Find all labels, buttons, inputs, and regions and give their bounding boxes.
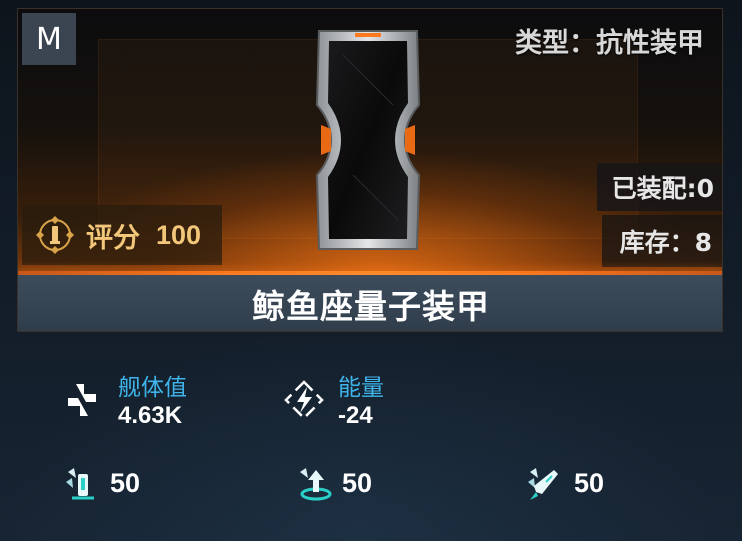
emitter-resist-icon bbox=[300, 468, 332, 501]
stock-count: 库存：8 bbox=[602, 215, 722, 267]
energy-bolt-icon bbox=[284, 380, 324, 420]
energy-label: 能量 bbox=[338, 375, 384, 401]
item-name-bar: 鲸鱼座量子装甲 bbox=[18, 275, 722, 331]
hull-label: 舰体值 bbox=[118, 375, 187, 401]
shield-resist-value: 50 bbox=[110, 468, 141, 498]
stock-count-text: 库存：8 bbox=[619, 228, 712, 257]
item-type-label: 类型：抗性装甲 bbox=[515, 28, 704, 59]
missile-resist-icon bbox=[528, 468, 558, 500]
score-badge: 评分 100 bbox=[22, 205, 222, 265]
item-name: 鲸鱼座量子装甲 bbox=[252, 287, 490, 326]
emitter-resist-value: 50 bbox=[342, 468, 373, 498]
hull-value: 4.63K bbox=[118, 402, 183, 429]
score-medal-icon bbox=[36, 216, 74, 254]
missile-resist-value: 50 bbox=[574, 468, 605, 498]
armor-plate-image bbox=[313, 25, 423, 255]
grade-badge: M bbox=[22, 13, 76, 65]
equipped-count: 已装配:0 bbox=[597, 163, 722, 211]
score-value: 100 bbox=[156, 219, 202, 250]
shield-resist-icon bbox=[66, 468, 94, 500]
energy-value: -24 bbox=[338, 402, 373, 429]
hull-plus-icon bbox=[68, 384, 96, 416]
equipped-count-text: 已装配:0 bbox=[611, 174, 714, 203]
score-label: 评分 bbox=[86, 222, 140, 254]
item-card[interactable]: M 类型：抗性装甲 已装配:0 库存：8 评分 100 鲸鱼座量子装甲 bbox=[17, 8, 723, 332]
